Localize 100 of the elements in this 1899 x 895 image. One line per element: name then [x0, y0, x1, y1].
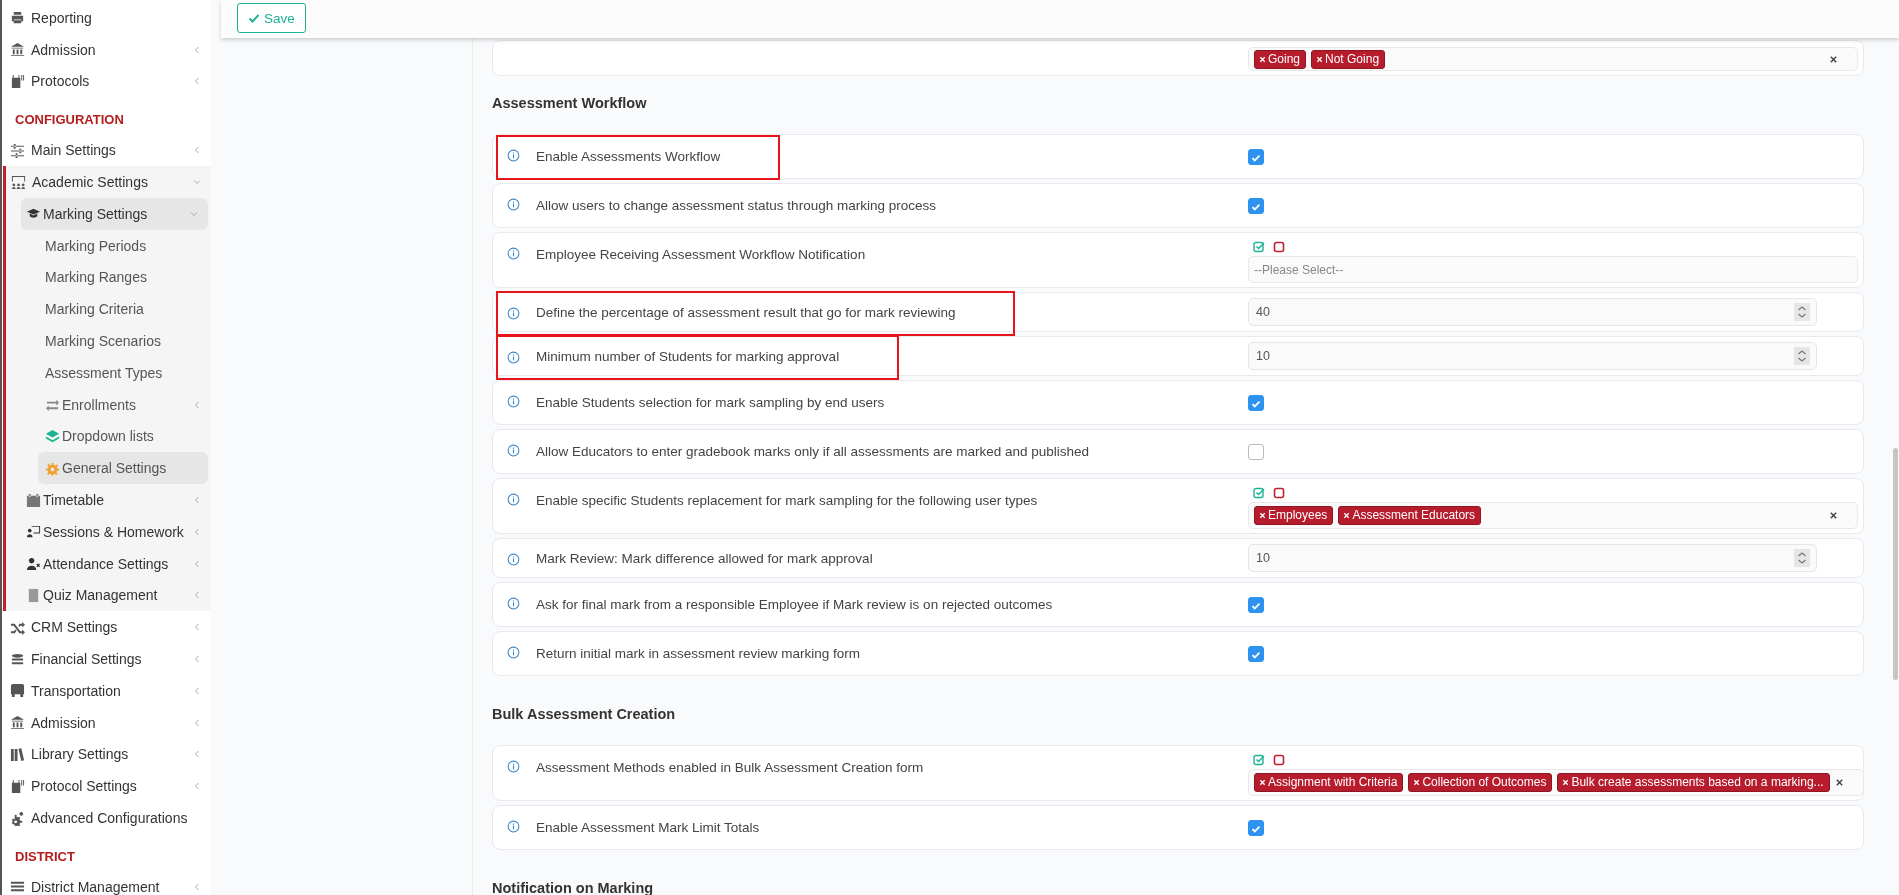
checkbox[interactable] — [1248, 444, 1264, 460]
arrows-icon — [45, 397, 60, 413]
info-icon[interactable] — [507, 444, 520, 457]
info-icon[interactable] — [507, 597, 520, 610]
nav-item[interactable]: Sessions & Homework — [6, 515, 211, 548]
deselect-all-icon[interactable] — [1273, 241, 1285, 253]
printer-icon — [10, 10, 25, 26]
selected-tag[interactable]: Assignment with Criteria — [1254, 773, 1404, 792]
info-icon[interactable] — [507, 552, 520, 566]
selected-tag[interactable]: Going — [1254, 49, 1307, 69]
nav-item[interactable]: Marking Settings — [21, 198, 208, 230]
select-all-icon[interactable] — [1253, 487, 1265, 499]
nav-item[interactable]: Marking Periods — [6, 229, 211, 262]
bank-icon — [10, 42, 25, 58]
remove-icon[interactable] — [1343, 512, 1351, 519]
nav-item[interactable]: CRM Settings — [2, 611, 211, 644]
remove-icon[interactable] — [1413, 779, 1421, 786]
nav-item[interactable]: Attendance Settings — [6, 547, 211, 580]
nav-item[interactable]: Advanced Configurations — [2, 802, 211, 834]
selected-tag[interactable]: Not Going — [1311, 49, 1386, 69]
setting-label: Employee Receiving Assessment Workflow Notification — [536, 247, 866, 262]
sliders-icon — [10, 142, 25, 158]
spinner-icon[interactable] — [1794, 303, 1810, 321]
nav-item[interactable]: General Settings — [38, 452, 208, 485]
remove-icon[interactable] — [1259, 55, 1266, 63]
shuffle-icon — [10, 619, 25, 635]
calendar-icon — [10, 74, 25, 89]
nav-item[interactable]: Financial Settings — [2, 643, 211, 675]
select-all-icon[interactable] — [1253, 754, 1265, 766]
nav-item[interactable]: Timetable — [6, 484, 211, 516]
nav-item[interactable]: Assessment Types — [6, 356, 211, 389]
info-icon[interactable] — [507, 820, 520, 833]
deselect-all-icon[interactable] — [1273, 754, 1285, 766]
info-icon[interactable] — [507, 350, 520, 364]
info-icon[interactable] — [507, 493, 520, 506]
multiselect-field[interactable]: --Please Select-- — [1248, 256, 1858, 283]
books-icon — [10, 746, 25, 762]
multiselect-field[interactable]: Going Not Going — [1248, 47, 1858, 71]
checkbox[interactable] — [1248, 395, 1264, 411]
nav-item[interactable]: Academic Settings — [6, 166, 211, 198]
setting-label: Enable Assessment Mark Limit Totals — [536, 820, 760, 835]
number-field[interactable]: 40 — [1248, 298, 1817, 326]
selected-tag[interactable]: Bulk create assessments based on a marking... — [1557, 773, 1830, 792]
nav-item[interactable]: District Management — [2, 870, 211, 895]
setting-label: Enable Assessments Workflow — [536, 149, 721, 164]
nav-item[interactable]: Protocol Settings — [2, 770, 211, 803]
info-icon[interactable] — [507, 149, 520, 162]
nav-item[interactable]: Protocols — [2, 65, 211, 98]
checkbox[interactable] — [1248, 646, 1264, 662]
nav-item[interactable]: Dropdown lists — [6, 420, 211, 453]
coins-icon — [10, 651, 25, 667]
info-icon[interactable] — [507, 306, 520, 320]
teacher-icon — [26, 524, 41, 540]
info-icon[interactable] — [507, 646, 520, 659]
nav-item[interactable]: Admission — [2, 706, 211, 739]
nav-item[interactable]: Library Settings — [2, 738, 211, 771]
checkbox[interactable] — [1248, 820, 1264, 836]
setting-label: Allow Educators to enter gradebook marks only if all assessments are marked and published — [536, 444, 1090, 459]
nav-item[interactable]: Reporting — [2, 2, 211, 34]
info-icon[interactable] — [507, 760, 520, 773]
clear-icon[interactable] — [1829, 511, 1838, 520]
info-icon[interactable] — [507, 198, 520, 211]
checkbox[interactable] — [1248, 597, 1264, 613]
setting-label: Return initial mark in assessment review marking form — [536, 646, 861, 661]
remove-icon[interactable] — [1259, 779, 1266, 786]
layers-icon — [45, 428, 60, 444]
number-field[interactable]: 10 — [1248, 544, 1817, 572]
nav-item[interactable]: Marking Ranges — [6, 261, 211, 294]
nav-section-heading: DISTRICT — [14, 847, 76, 866]
multiselect-field[interactable]: Assignment with Criteria Collection of Outcomes Bulk create assessments based on a marking... — [1248, 769, 1864, 796]
setting-label: Minimum number of Students for marking approval — [536, 348, 840, 364]
setting-label: Assessment Methods enabled in Bulk Assessment Creation form — [536, 760, 924, 775]
nav-item[interactable]: Marking Scenarios — [6, 325, 211, 357]
nav-item[interactable]: Marking Criteria — [6, 293, 211, 326]
selected-tag[interactable]: Employees — [1254, 506, 1334, 525]
remove-icon[interactable] — [1259, 512, 1266, 519]
selected-tag[interactable]: Assessment Educators — [1338, 506, 1482, 525]
deselect-all-icon[interactable] — [1273, 487, 1285, 499]
checkbox[interactable] — [1248, 149, 1264, 165]
selected-tag[interactable]: Collection of Outcomes — [1408, 773, 1553, 792]
clear-icon[interactable] — [1834, 778, 1844, 787]
nav-item[interactable]: Enrollments — [6, 388, 211, 421]
info-icon[interactable] — [507, 247, 520, 260]
nav-item[interactable]: Transportation — [2, 674, 211, 707]
calendar-icon — [26, 492, 41, 508]
clear-icon[interactable] — [1829, 54, 1838, 64]
nav-item[interactable]: Admission — [2, 33, 211, 66]
spinner-icon[interactable] — [1794, 347, 1810, 365]
checkbox[interactable] — [1248, 198, 1264, 214]
scrollbar-thumb[interactable] — [1893, 448, 1898, 680]
spinner-icon[interactable] — [1794, 549, 1810, 567]
number-field[interactable]: 10 — [1248, 342, 1817, 370]
select-all-icon[interactable] — [1253, 241, 1265, 253]
remove-icon[interactable] — [1562, 779, 1570, 786]
setting-label: Ask for final mark from a responsible Employee if Mark review is on rejected outcomes — [536, 597, 1053, 612]
nav-item[interactable]: Quiz Management — [6, 579, 211, 612]
multiselect-field[interactable]: Employees Assessment Educators — [1248, 502, 1858, 529]
remove-icon[interactable] — [1316, 55, 1324, 63]
info-icon[interactable] — [507, 395, 520, 408]
nav-item[interactable]: Main Settings — [2, 134, 211, 167]
